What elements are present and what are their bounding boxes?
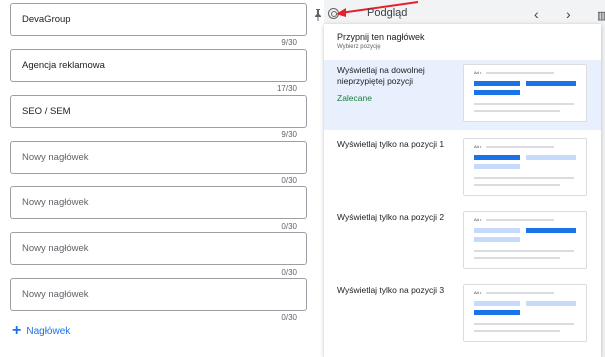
- pin-menu-header: Przypnij ten nagłówek Wybierz pozycję: [337, 32, 425, 50]
- headline-input-4[interactable]: [10, 141, 307, 174]
- char-counter-6: 0/30: [281, 268, 297, 277]
- ad-preview-thumbnail: Ad •: [463, 211, 587, 269]
- next-button[interactable]: ›: [566, 6, 571, 22]
- pin-option-label: Wyświetlaj tylko na pozycji 3: [337, 285, 445, 295]
- add-headline-label: Nagłówek: [26, 325, 71, 337]
- pin-option-position-1[interactable]: Wyświetlaj tylko na pozycji 1 Ad •: [324, 134, 601, 204]
- pin-option-any[interactable]: Wyświetlaj na dowolnej nieprzypiętej poz…: [324, 60, 601, 130]
- ad-tag: Ad •: [474, 70, 482, 75]
- headline-input-2[interactable]: [10, 49, 307, 82]
- pin-option-label: Wyświetlaj na dowolnej nieprzypiętej poz…: [337, 65, 425, 86]
- ad-tag: Ad •: [474, 217, 482, 222]
- headline-input-7[interactable]: [10, 278, 307, 311]
- headline-input-3[interactable]: [10, 95, 307, 128]
- char-counter-2: 17/30: [276, 84, 297, 93]
- headline-input-1[interactable]: [10, 3, 307, 36]
- pin-menu-subtitle: Wybierz pozycję: [337, 44, 381, 50]
- pin-option-label: Wyświetlaj tylko na pozycji 2: [337, 212, 445, 222]
- prev-button[interactable]: ‹: [534, 6, 539, 22]
- columns-icon[interactable]: ▥: [597, 9, 605, 22]
- ad-preview-thumbnail: Ad •: [463, 138, 587, 196]
- ad-preview-thumbnail: Ad •: [463, 284, 587, 342]
- ad-preview-thumbnail: Ad •: [463, 64, 587, 122]
- char-counter-4: 0/30: [281, 176, 297, 185]
- char-counter-1: 9/30: [281, 38, 297, 47]
- ad-tag: Ad •: [474, 290, 482, 295]
- pin-icon[interactable]: [313, 9, 323, 21]
- add-headline-button[interactable]: + Nagłówek: [12, 322, 71, 339]
- recommended-label: Zalecane: [337, 93, 372, 103]
- char-counter-7: 0/30: [281, 313, 297, 322]
- pin-option-position-2[interactable]: Wyświetlaj tylko na pozycji 2 Ad •: [324, 207, 601, 277]
- preview-title: Podgląd: [367, 7, 408, 19]
- char-counter-3: 9/30: [281, 130, 297, 139]
- pin-menu-title: Przypnij ten nagłówek: [337, 32, 425, 42]
- headline-input-6[interactable]: [10, 232, 307, 265]
- plus-icon: +: [12, 322, 22, 339]
- pin-option-position-3[interactable]: Wyświetlaj tylko na pozycji 3 Ad •: [324, 280, 601, 350]
- pin-menu: Przypnij ten nagłówek Wybierz pozycję Wy…: [324, 24, 601, 357]
- pin-option-label: Wyświetlaj tylko na pozycji 1: [337, 139, 445, 149]
- headline-input-5[interactable]: [10, 186, 307, 219]
- ad-tag: Ad •: [474, 144, 482, 149]
- char-counter-5: 0/30: [281, 222, 297, 231]
